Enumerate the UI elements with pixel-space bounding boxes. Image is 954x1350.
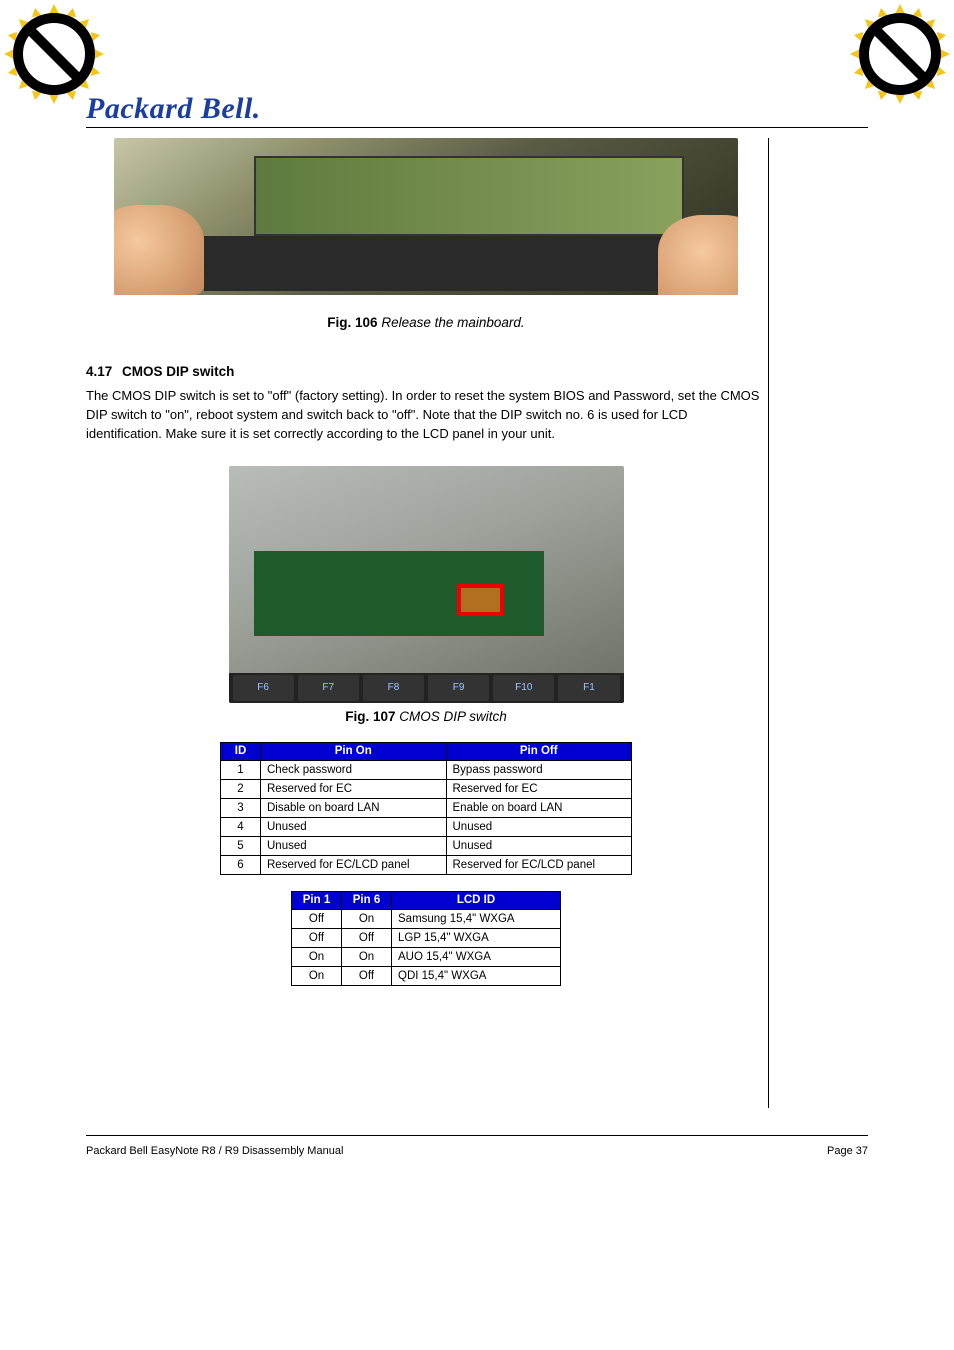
table-cell: Reserved for EC (446, 779, 632, 798)
keycap: F9 (428, 675, 489, 701)
th-pin6: Pin 6 (342, 891, 392, 909)
table-cell: Check password (261, 760, 447, 779)
table-cell: Disable on board LAN (261, 798, 447, 817)
th-lcdid: LCD ID (392, 891, 561, 909)
brand-logo: Packard Bell. (86, 92, 261, 126)
table-cell: Samsung 15,4" WXGA (392, 909, 561, 928)
table-cell: Unused (261, 817, 447, 836)
section-heading: 4.17 CMOS DIP switch (86, 364, 766, 379)
caption-text: Release the mainboard. (381, 315, 524, 330)
table-cell: Off (292, 909, 342, 928)
table-cell: Off (342, 928, 392, 947)
table-cell: 6 (221, 855, 261, 874)
th-pin1: Pin 1 (292, 891, 342, 909)
footer-left: Packard Bell EasyNote R8 / R9 Disassembl… (86, 1145, 343, 1157)
table-row: OnOffQDI 15,4" WXGA (292, 966, 561, 985)
table-cell: On (292, 966, 342, 985)
margin-rule (768, 138, 769, 1108)
caption-text: CMOS DIP switch (399, 709, 507, 724)
table-cell: On (342, 947, 392, 966)
table-cell: QDI 15,4" WXGA (392, 966, 561, 985)
keycap: F1 (558, 675, 619, 701)
table-cell: Reserved for EC (261, 779, 447, 798)
keycap: F8 (363, 675, 424, 701)
section-number: 4.17 (86, 364, 112, 379)
table-cell: Off (342, 966, 392, 985)
caption-number: Fig. 106 (327, 315, 377, 330)
keycap: F10 (493, 675, 554, 701)
table-row: 1Check passwordBypass password (221, 760, 632, 779)
keycap: F6 (233, 675, 294, 701)
keycap: F7 (298, 675, 359, 701)
table-cell: LGP 15,4" WXGA (392, 928, 561, 947)
footer-rule (86, 1135, 868, 1136)
table-cell: 1 (221, 760, 261, 779)
dip-switch-table: ID Pin On Pin Off 1Check passwordBypass … (220, 742, 632, 875)
figure-106-photo (114, 138, 738, 295)
table-cell: 2 (221, 779, 261, 798)
table-cell: 5 (221, 836, 261, 855)
table-cell: Enable on board LAN (446, 798, 632, 817)
table-cell: 4 (221, 817, 261, 836)
prohibit-seal-icon (850, 4, 950, 104)
figure-106-caption: Fig. 106 Release the mainboard. (86, 315, 766, 330)
header-rule (86, 127, 868, 128)
table-cell: 3 (221, 798, 261, 817)
table-cell: Off (292, 928, 342, 947)
th-pin-on: Pin On (261, 742, 447, 760)
prohibit-seal-icon (4, 4, 104, 104)
table-row: 2Reserved for ECReserved for EC (221, 779, 632, 798)
figure-107-photo: F6 F7 F8 F9 F10 F1 (229, 466, 624, 703)
th-pin-off: Pin Off (446, 742, 632, 760)
dip-switch-highlight (457, 584, 504, 616)
figure-107-caption: Fig. 107 CMOS DIP switch (86, 709, 766, 724)
table-cell: Reserved for EC/LCD panel (446, 855, 632, 874)
th-id: ID (221, 742, 261, 760)
lcd-id-table: Pin 1 Pin 6 LCD ID OffOnSamsung 15,4" WX… (291, 891, 561, 986)
table-cell: AUO 15,4" WXGA (392, 947, 561, 966)
table-cell: Bypass password (446, 760, 632, 779)
table-cell: Reserved for EC/LCD panel (261, 855, 447, 874)
section-title: CMOS DIP switch (122, 364, 234, 379)
caption-number: Fig. 107 (345, 709, 395, 724)
table-row: 5UnusedUnused (221, 836, 632, 855)
table-row: OffOffLGP 15,4" WXGA (292, 928, 561, 947)
table-cell: On (342, 909, 392, 928)
table-row: 4UnusedUnused (221, 817, 632, 836)
table-row: 3Disable on board LANEnable on board LAN (221, 798, 632, 817)
footer-right: Page 37 (827, 1145, 868, 1157)
body-paragraph: The CMOS DIP switch is set to "off" (fac… (86, 387, 766, 444)
table-cell: Unused (446, 836, 632, 855)
table-cell: On (292, 947, 342, 966)
table-cell: Unused (446, 817, 632, 836)
table-cell: Unused (261, 836, 447, 855)
table-row: 6Reserved for EC/LCD panelReserved for E… (221, 855, 632, 874)
table-row: OnOnAUO 15,4" WXGA (292, 947, 561, 966)
table-row: OffOnSamsung 15,4" WXGA (292, 909, 561, 928)
